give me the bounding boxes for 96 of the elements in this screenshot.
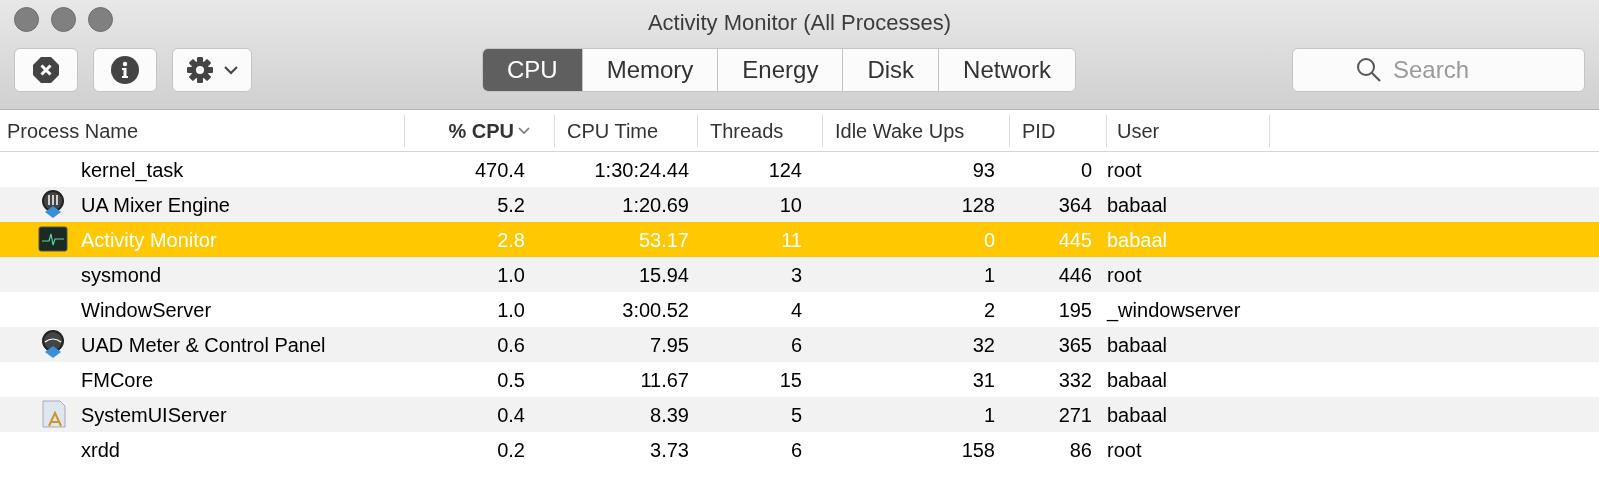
- table-cell-text: 128: [960, 192, 996, 218]
- table-cell-text: babaal: [1107, 227, 1169, 253]
- table-cell-text: 365: [1057, 332, 1093, 358]
- table-cell-text: root: [1107, 262, 1143, 288]
- minimize-window-button[interactable]: [51, 7, 76, 32]
- zoom-window-button[interactable]: [88, 7, 113, 32]
- table-cell-text: 2: [982, 297, 996, 323]
- table-cell-text: 5.2: [496, 192, 526, 218]
- process-row[interactable]: sysmond 1.0 15.94 3 1 446 root: [0, 257, 1599, 292]
- table-cell-text: 93: [971, 157, 996, 183]
- table-cell-text: 0.5: [496, 367, 526, 393]
- monitor-app-icon: [38, 226, 68, 252]
- table-cell-text: 31: [971, 367, 996, 393]
- table-cell-text: 0.2: [496, 437, 526, 463]
- table-cell-text: 470.4: [473, 157, 526, 183]
- table-cell-text: 1:20.69: [621, 192, 690, 218]
- table-cell-text: 6: [789, 437, 803, 463]
- table-cell-text: WindowServer: [81, 297, 213, 323]
- meter-app-icon: [40, 330, 66, 358]
- table-cell-text: root: [1107, 157, 1143, 183]
- table-cell-text: 271: [1057, 402, 1093, 428]
- table-cell-text: 0.4: [496, 402, 526, 428]
- table-cell-text: 0.6: [496, 332, 526, 358]
- table-cell-text: 5: [789, 402, 803, 428]
- actions-menu-button[interactable]: [172, 48, 252, 92]
- table-cell-text: FMCore: [81, 367, 155, 393]
- table-cell-text: 158: [960, 437, 996, 463]
- table-cell-text: kernel_task: [81, 157, 185, 184]
- view-tab[interactable]: Memory: [581, 49, 718, 91]
- table-cell-text: 2.8: [496, 227, 526, 253]
- table-cell-text: 1:30:24.44: [593, 157, 690, 183]
- table-cell-text: 4: [789, 297, 803, 323]
- table-cell-text: 3: [789, 262, 803, 288]
- column-header[interactable]: PID: [1010, 114, 1107, 147]
- view-tab[interactable]: Disk: [842, 49, 939, 91]
- column-header[interactable]: % CPU: [405, 114, 555, 147]
- mixer-app-icon: [40, 190, 66, 218]
- table-cell-text: 11: [780, 227, 803, 253]
- table-cell-text: SystemUIServer: [81, 402, 228, 428]
- table-cell-text: 1: [982, 402, 996, 428]
- column-header[interactable]: Threads: [698, 114, 823, 147]
- table-cell-text: xrdd: [81, 437, 121, 463]
- table-cell-text: 445: [1057, 227, 1093, 253]
- table-cell-text: 15: [778, 367, 803, 393]
- table-cell-text: root: [1107, 437, 1143, 463]
- search-icon: [1356, 57, 1382, 83]
- search-field[interactable]: Search: [1292, 48, 1585, 92]
- info-icon: [111, 56, 139, 84]
- table-cell-text: babaal: [1107, 192, 1169, 218]
- table-cell-text: UAD Meter & Control Panel: [81, 332, 327, 358]
- table-cell-text: 15.94: [637, 262, 690, 288]
- table-cell-text: babaal: [1107, 402, 1169, 428]
- table-cell-text: 32: [971, 332, 996, 358]
- table-cell-text: 0: [982, 227, 996, 253]
- chevron-down-icon: [224, 65, 238, 75]
- table-cell-text: 1.0: [496, 262, 526, 288]
- table-cell-text: sysmond: [81, 262, 163, 288]
- stop-icon: [32, 56, 60, 84]
- close-window-button[interactable]: [14, 7, 39, 32]
- table-cell-text: UA Mixer Engine: [81, 192, 231, 218]
- table-cell-text: babaal: [1107, 367, 1169, 393]
- stop-process-button[interactable]: [14, 48, 78, 92]
- table-cell-text: 3.73: [649, 437, 690, 463]
- process-row[interactable]: SystemUIServer 0.4 8.39 5 1 271 babaal: [0, 397, 1599, 432]
- window-title: Activity Monitor (All Processes): [647, 8, 952, 37]
- table-cell-text: 1: [982, 262, 996, 288]
- view-tab[interactable]: Network: [938, 49, 1076, 91]
- column-header[interactable]: Idle Wake Ups: [823, 114, 1010, 147]
- table-cell-text: 364: [1057, 192, 1093, 218]
- table-cell-text: 195: [1057, 297, 1093, 323]
- view-tab[interactable]: Energy: [717, 49, 843, 91]
- table-cell-text: 53.17: [637, 227, 690, 253]
- column-header[interactable]: CPU Time: [555, 114, 698, 147]
- table-cell-text: 124: [767, 157, 803, 183]
- table-cell-text: 7.95: [649, 332, 690, 358]
- table-cell-text: 3:00.52: [621, 297, 690, 323]
- table-cell-text: 1.0: [496, 297, 526, 323]
- table-cell-text: 6: [789, 332, 803, 358]
- sort-chevron-icon: [518, 126, 530, 135]
- table-cell-text: 446: [1057, 262, 1093, 288]
- table-cell-text: 332: [1057, 367, 1093, 393]
- process-row[interactable]: UA Mixer Engine 5.2 1:20.69 10 128 364 babaal: [0, 187, 1599, 222]
- view-tab[interactable]: CPU: [483, 49, 582, 91]
- table-cell-text: 86: [1068, 437, 1093, 463]
- table-cell-text: Activity Monitor: [81, 227, 218, 253]
- info-button[interactable]: [93, 48, 157, 92]
- table-cell-text: 10: [778, 192, 803, 218]
- column-header[interactable]: User: [1107, 114, 1270, 147]
- table-cell-text: _windowserver: [1107, 297, 1242, 324]
- table-cell-text: babaal: [1107, 332, 1169, 358]
- table-cell-text: 0: [1079, 157, 1093, 183]
- table-cell-text: 11.67: [639, 367, 690, 393]
- app-document-icon: [40, 399, 68, 429]
- column-header[interactable]: Process Name: [0, 114, 405, 147]
- process-row[interactable]: UAD Meter & Control Panel 0.6 7.95 6 32 365 babaal: [0, 327, 1599, 362]
- table-cell-text: 8.39: [649, 402, 690, 428]
